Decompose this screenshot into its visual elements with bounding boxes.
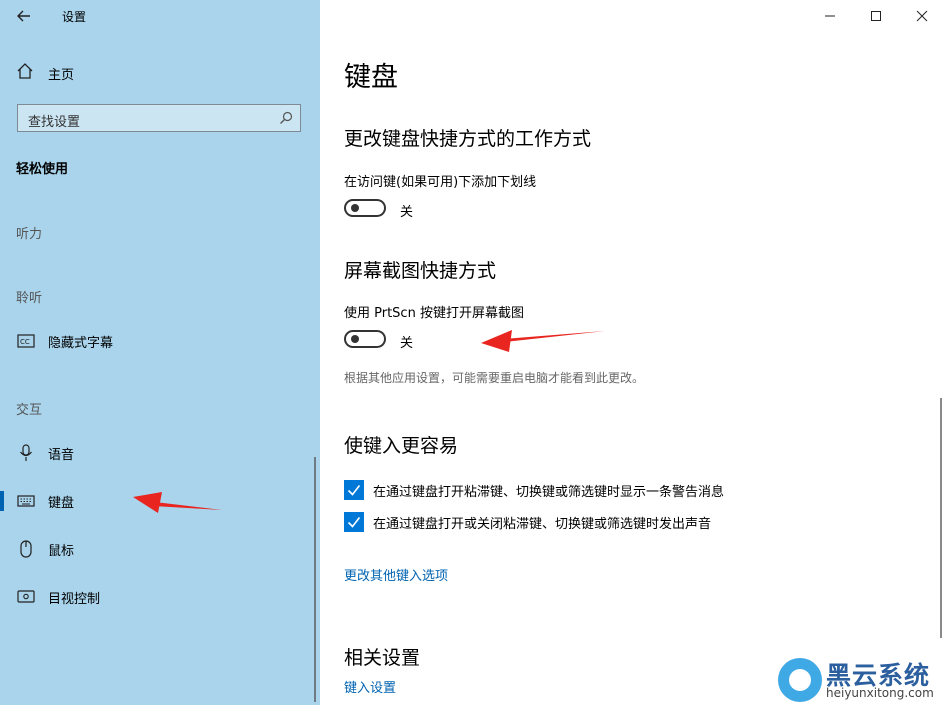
captions-icon: CC [16, 331, 36, 351]
warning-checkbox-label: 在通过键盘打开粘滞键、切换键或筛选键时显示一条警告消息 [373, 484, 725, 500]
more-typing-options-link[interactable]: 更改其他键入选项 [344, 565, 448, 584]
sound-checkbox-label: 在通过键盘打开或关闭粘滞键、切换键或筛选键时发出声音 [373, 516, 712, 532]
sound-checkbox-row[interactable]: 在通过键盘打开或关闭粘滞键、切换键或筛选键时发出声音 [344, 512, 711, 532]
watermark-logo-icon [778, 658, 822, 702]
screenshot-heading: 屏幕截图快捷方式 [344, 260, 497, 282]
sidebar-item-label: 鼠标 [48, 543, 75, 559]
search-placeholder: 查找设置 [28, 115, 81, 130]
microphone-icon [16, 443, 36, 463]
main-scrollbar[interactable] [940, 398, 942, 638]
watermark: 黑云系统 heiyunxitong.com [778, 652, 938, 702]
group-interaction: 交互 [16, 403, 43, 418]
close-icon[interactable] [912, 7, 932, 25]
back-arrow-icon[interactable] [14, 6, 34, 26]
sidebar-item-label: 目视控制 [48, 591, 101, 607]
sidebar-item-eye-control[interactable]: 目视控制 [0, 577, 320, 617]
sidebar-item-mouse[interactable]: 鼠标 [0, 529, 320, 569]
eye-control-icon [16, 587, 36, 607]
search-input[interactable]: 查找设置 [17, 104, 301, 132]
group-listening: 聆听 [16, 291, 43, 306]
sidebar-item-label: 语音 [48, 447, 75, 463]
checkbox-checked-icon[interactable] [344, 480, 364, 500]
sidebar: 设置 主页 查找设置 轻松使用 听力 聆听 CC 隐藏式字幕 交互 语音 键盘 [0, 0, 320, 705]
watermark-url: heiyunxitong.com [826, 686, 934, 700]
keyboard-icon [16, 491, 36, 511]
underline-toggle-state: 关 [400, 205, 414, 220]
sidebar-item-keyboard[interactable]: 键盘 [0, 481, 320, 521]
related-settings-heading: 相关设置 [344, 647, 421, 669]
shortcuts-heading: 更改键盘快捷方式的工作方式 [344, 128, 592, 150]
main-panel: 键盘 更改键盘快捷方式的工作方式 在访问键(如果可用)下添加下划线 关 屏幕截图… [320, 0, 945, 705]
underline-toggle[interactable] [344, 199, 386, 217]
prtscn-toggle-state: 关 [400, 336, 414, 351]
maximize-icon[interactable] [866, 7, 886, 25]
restart-note: 根据其他应用设置，可能需要重启电脑才能看到此更改。 [344, 371, 645, 385]
home-label: 主页 [48, 67, 75, 83]
prtscn-label: 使用 PrtScn 按键打开屏幕截图 [344, 306, 524, 321]
typing-heading: 使键入更容易 [344, 435, 459, 457]
warning-checkbox-row[interactable]: 在通过键盘打开粘滞键、切换键或筛选键时显示一条警告消息 [344, 480, 724, 500]
sidebar-item-label: 键盘 [48, 495, 75, 511]
underline-label: 在访问键(如果可用)下添加下划线 [344, 175, 537, 190]
search-icon[interactable] [278, 110, 294, 130]
prtscn-toggle[interactable] [344, 330, 386, 348]
sidebar-item-speech[interactable]: 语音 [0, 433, 320, 473]
checkbox-checked-icon[interactable] [344, 512, 364, 532]
sidebar-scrollbar[interactable] [314, 457, 316, 702]
minimize-icon[interactable] [820, 7, 840, 25]
mouse-icon [16, 539, 36, 559]
svg-text:CC: CC [20, 338, 30, 346]
sidebar-item-captions[interactable]: CC 隐藏式字幕 [0, 321, 320, 361]
section-title: 轻松使用 [16, 162, 69, 177]
app-title: 设置 [62, 10, 87, 24]
page-title: 键盘 [344, 62, 398, 93]
home-link[interactable]: 主页 [16, 62, 74, 84]
home-icon [16, 62, 34, 84]
group-hearing: 听力 [16, 227, 43, 242]
typing-settings-link[interactable]: 键入设置 [344, 677, 396, 696]
sidebar-item-label: 隐藏式字幕 [48, 335, 114, 351]
